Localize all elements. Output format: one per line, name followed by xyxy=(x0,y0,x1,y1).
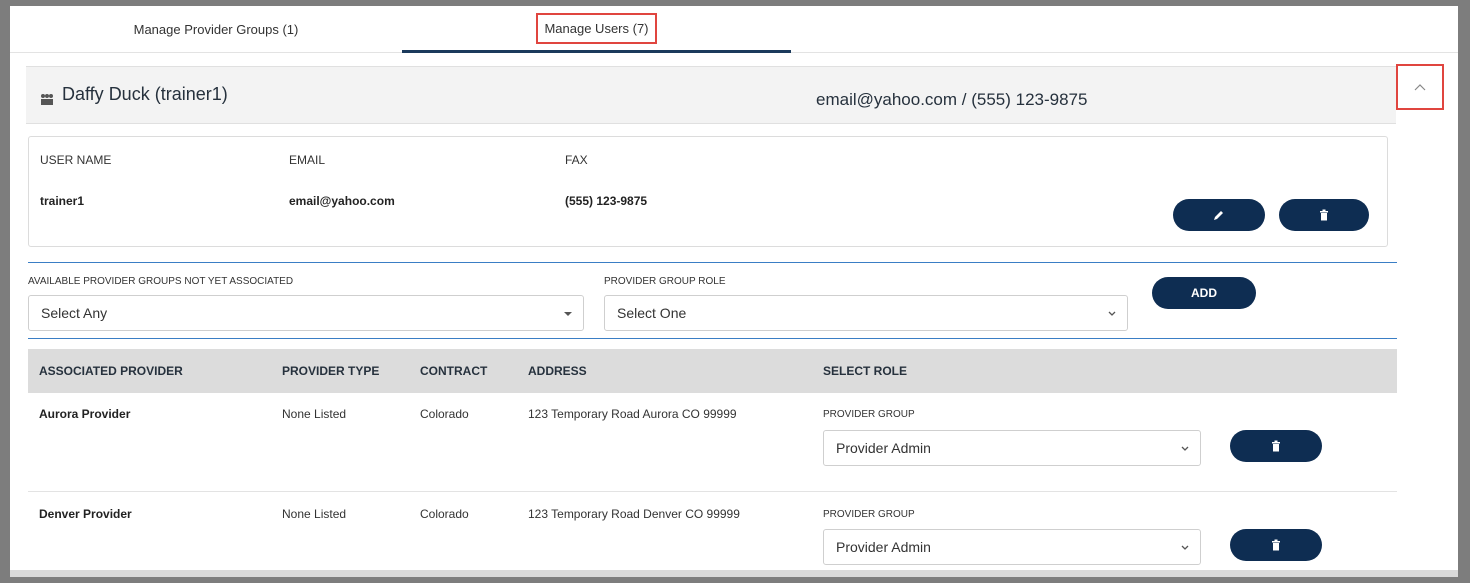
user-name: Daffy Duck (trainer1) xyxy=(62,84,228,104)
provider-group-label: PROVIDER GROUP xyxy=(823,509,915,520)
provider-role-select[interactable]: Provider Admin xyxy=(823,430,1201,466)
tab-bar: Manage Provider Groups (1) Manage Users … xyxy=(10,6,1458,53)
user-contact: email@yahoo.com / (555) 123-9875 xyxy=(816,90,1088,109)
col-associated-provider: ASSOCIATED PROVIDER xyxy=(39,364,183,378)
tab-manage-users[interactable]: Manage Users (7) xyxy=(402,6,791,53)
email-value: email@yahoo.com xyxy=(289,194,395,208)
provider-role-value: Provider Admin xyxy=(836,440,931,456)
user-section-header[interactable]: Daffy Duck (trainer1) email@yahoo.com / … xyxy=(26,66,1396,124)
available-groups-select[interactable]: Select Any xyxy=(28,295,584,331)
user-details-card: USER NAME EMAIL FAX trainer1 email@yahoo… xyxy=(28,136,1388,247)
available-groups-label: AVAILABLE PROVIDER GROUPS NOT YET ASSOCI… xyxy=(28,276,294,287)
fax-value: (555) 123-9875 xyxy=(565,194,648,208)
edit-user-button[interactable] xyxy=(1173,199,1265,231)
provider-contract: Colorado xyxy=(420,507,469,521)
add-provider-group-row: AVAILABLE PROVIDER GROUPS NOT YET ASSOCI… xyxy=(28,262,1397,339)
tab-label: Manage Users (7) xyxy=(536,12,657,44)
remove-provider-button[interactable] xyxy=(1230,430,1322,462)
chevron-down-icon xyxy=(1181,545,1189,550)
app-frame: Manage Provider Groups (1) Manage Users … xyxy=(10,6,1458,577)
remove-provider-button[interactable] xyxy=(1230,529,1322,561)
pencil-icon xyxy=(1214,211,1223,220)
col-address: ADDRESS xyxy=(528,364,587,378)
fax-column-label: FAX xyxy=(565,153,588,167)
trash-icon xyxy=(1272,440,1280,452)
user-title: Daffy Duck (trainer1) xyxy=(40,84,228,105)
table-row: Aurora Provider None Listed Colorado 123… xyxy=(28,393,1397,492)
provider-role-select[interactable]: Provider Admin xyxy=(823,529,1201,565)
provider-type: None Listed xyxy=(282,407,347,421)
available-groups-value: Select Any xyxy=(41,305,108,321)
trash-icon xyxy=(1272,539,1280,551)
chevron-down-icon xyxy=(1181,446,1189,451)
collapse-button[interactable] xyxy=(1396,64,1444,110)
users-icon xyxy=(40,89,54,105)
add-button[interactable]: ADD xyxy=(1152,277,1256,309)
provider-type: None Listed xyxy=(282,507,347,521)
delete-user-button[interactable] xyxy=(1279,199,1369,231)
tab-manage-provider-groups[interactable]: Manage Provider Groups (1) xyxy=(20,6,412,53)
table-row: Denver Provider None Listed Colorado 123… xyxy=(28,493,1397,577)
group-role-label: PROVIDER GROUP ROLE xyxy=(604,276,726,287)
tab-label: Manage Provider Groups (1) xyxy=(133,22,299,37)
provider-contract: Colorado xyxy=(420,407,469,421)
provider-address: 123 Temporary Road Aurora CO 99999 xyxy=(528,407,737,421)
chevron-up-icon xyxy=(1414,84,1426,91)
provider-group-label: PROVIDER GROUP xyxy=(823,409,915,420)
group-role-select[interactable]: Select One xyxy=(604,295,1128,331)
caret-down-icon xyxy=(564,312,572,316)
email-column-label: EMAIL xyxy=(289,153,326,167)
provider-address: 123 Temporary Road Denver CO 99999 xyxy=(528,507,740,521)
col-contract: CONTRACT xyxy=(420,364,488,378)
provider-name: Denver Provider xyxy=(39,507,132,521)
providers-table-header: ASSOCIATED PROVIDER PROVIDER TYPE CONTRA… xyxy=(28,349,1397,393)
col-select-role: SELECT ROLE xyxy=(823,364,908,378)
provider-name: Aurora Provider xyxy=(39,407,131,421)
col-provider-type: PROVIDER TYPE xyxy=(282,364,380,378)
chevron-down-icon xyxy=(1108,311,1116,316)
add-button-label: ADD xyxy=(1191,286,1217,300)
username-value: trainer1 xyxy=(40,194,85,208)
username-column-label: USER NAME xyxy=(40,153,112,167)
trash-icon xyxy=(1320,209,1328,221)
bottom-divider xyxy=(10,570,1458,577)
group-role-value: Select One xyxy=(617,305,687,321)
provider-role-value: Provider Admin xyxy=(836,539,931,555)
